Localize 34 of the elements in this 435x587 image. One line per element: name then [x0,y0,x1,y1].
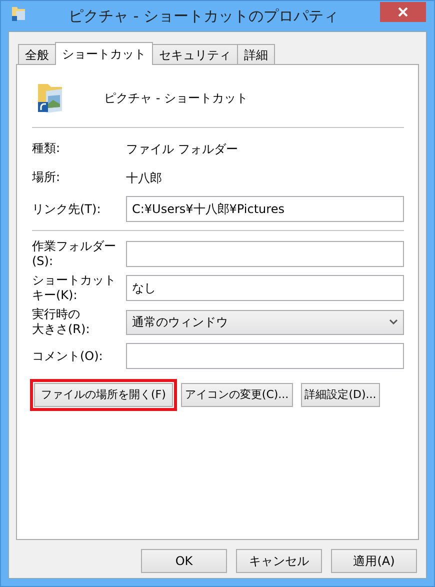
input-field[interactable] [126,343,404,369]
field-value: 十八郎 [126,170,162,186]
tab[interactable]: 詳細 [237,44,275,64]
input-field[interactable] [126,241,404,267]
field-label: キー(K): [32,288,78,303]
field-label: リンク先(T): [32,202,102,216]
field-label: 種類: [32,141,62,156]
shortcut-name: ピクチャ - ショートカット [104,90,248,107]
field-label: 作業フォルダー [32,239,116,254]
field-label: (S): [32,254,54,269]
chevron-down-icon [389,319,398,325]
action-button[interactable]: ファイルの場所を開く(F) [34,383,173,407]
action-button[interactable]: 詳細設定(D)... [300,383,380,407]
field-label: 実行時の [32,307,80,322]
input-field[interactable]: なし [126,275,404,301]
close-button[interactable] [380,2,426,22]
target-field[interactable]: C:¥Users¥十八郎¥Pictures [126,196,404,222]
tab[interactable]: ショートカット [55,42,153,65]
tab[interactable]: セキュリティ [152,44,238,64]
field-label: 大きさ(R): [32,322,90,337]
shortcut-icon [11,4,27,22]
window-title: ピクチャ - ショートカットのプロパティ [68,6,340,27]
field-value: ファイル フォルダー [126,140,238,158]
dropdown-field[interactable]: 通常のウィンドウ [126,310,404,334]
dialog-button[interactable]: キャンセル [236,549,322,573]
dropdown-value: 通常のウィンドウ [132,314,228,331]
action-button[interactable]: アイコンの変更(C)... [180,383,293,407]
tab[interactable]: 全般 [18,44,56,64]
dialog-button[interactable]: OK [141,549,227,573]
field-label: ショートカット [32,273,116,288]
field-label: 場所: [32,170,62,185]
close-icon [398,7,408,17]
field-label: コメント(O): [32,348,103,364]
dialog-button[interactable]: 適用(A) [331,549,417,573]
